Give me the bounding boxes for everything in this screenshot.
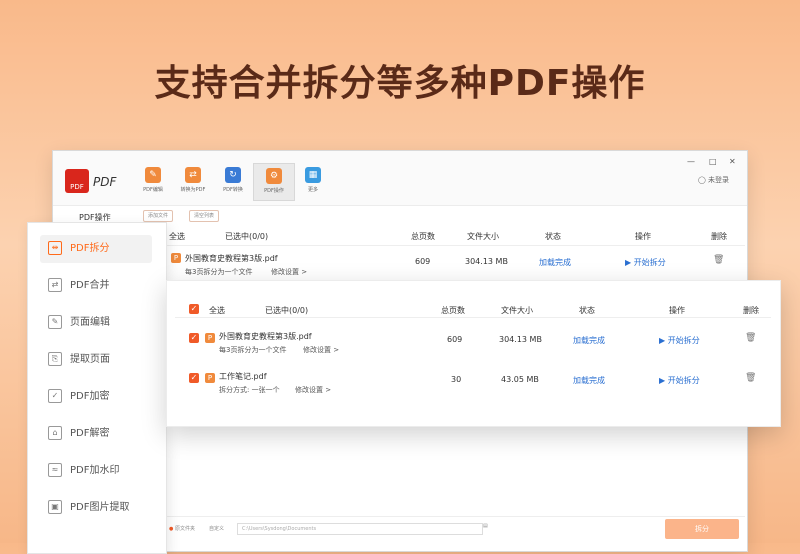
sidebar-item-pdf-split[interactable]: ⇹ PDF拆分 [40, 235, 152, 263]
shield-icon: ✓ [48, 389, 62, 403]
pdf-file-icon: P [171, 253, 181, 263]
sidebar-item-pdf-merge[interactable]: ⇄ PDF合并 [40, 272, 152, 300]
table-row: P 外国教育史教程第3版.pdf 每3页拆分为一个文件 修改设置 > 609 3… [165, 247, 745, 281]
user-login[interactable]: ◯ 未登录 [698, 175, 729, 185]
output-bar: ● 原文件夹 自定义 C:\Users\Sysdong\Documents ▤ … [165, 516, 745, 541]
maximize-icon[interactable]: □ [709, 157, 717, 166]
tool-pdf-edit[interactable]: ✎ PDF编辑 [133, 167, 173, 193]
pdf-file-icon: P [205, 333, 215, 343]
split-icon: ⇹ [48, 241, 62, 255]
sidebar: ⇹ PDF拆分 ⇄ PDF合并 ✎ 页面编辑 ⎘ 提取页面 ✓ PDF加密 ⌂ PDF解密 … [27, 222, 167, 554]
add-file-button[interactable]: 添加文件 [143, 210, 174, 222]
table-row: ✓ P 工作笔记.pdf 拆分方式: 一张一个 修改设置 > 30 43.05 … [189, 372, 757, 394]
app-logo-icon: PDF [65, 169, 89, 193]
select-all-checkbox[interactable]: ✓ [189, 304, 199, 314]
sidebar-item-page-edit[interactable]: ✎ 页面编辑 [40, 309, 152, 337]
trash-icon[interactable]: 🗑 [745, 373, 756, 383]
tool-convert-to-pdf[interactable]: ⇄ 转换为PDF [173, 167, 213, 193]
sidebar-item-pdf-decrypt[interactable]: ⌂ PDF解密 [40, 420, 152, 448]
minimize-icon[interactable]: — [687, 157, 695, 166]
more-icon: ▦ [305, 167, 321, 183]
pdf-edit-icon: ✎ [145, 167, 161, 183]
tool-pdf-operate[interactable]: ⚙ PDF操作 [253, 163, 295, 201]
row-checkbox[interactable]: ✓ [189, 373, 199, 383]
row-checkbox[interactable]: ✓ [189, 333, 199, 343]
merge-icon: ⇄ [48, 278, 62, 292]
card-table-header: ✓ 全选 已选中(0/0) 总页数 文件大小 状态 操作 删除 [175, 295, 771, 318]
extract-icon: ⎘ [48, 352, 62, 366]
tool-more[interactable]: ▦ 更多 [293, 167, 333, 193]
back-table-header: 全选 已选中(0/0) 总页数 文件大小 状态 操作 删除 [165, 225, 745, 246]
folder-icon[interactable]: ▤ [483, 523, 488, 529]
trash-icon[interactable]: 🗑 [745, 333, 756, 343]
tool-pdf-convert[interactable]: ↻ PDF转换 [213, 167, 253, 193]
split-button[interactable]: 拆分 [665, 519, 739, 539]
app-name: PDF [93, 175, 117, 189]
pdf-operate-icon: ⚙ [266, 168, 282, 184]
user-icon: ◯ [697, 176, 708, 184]
sidebar-item-pdf-encrypt[interactable]: ✓ PDF加密 [40, 383, 152, 411]
close-icon[interactable]: ✕ [729, 157, 736, 166]
sidebar-item-pdf-watermark[interactable]: ≈ PDF加水印 [40, 457, 152, 485]
toolbar: PDF PDF ✎ PDF编辑 ⇄ 转换为PDF ↻ PDF转换 ⚙ PDF操作… [53, 151, 747, 206]
unlock-icon: ⌂ [48, 426, 62, 440]
output-path-input[interactable]: C:\Users\Sysdong\Documents [237, 523, 483, 535]
clear-list-button[interactable]: 清空列表 [189, 210, 220, 222]
sidebar-item-pdf-image-extract[interactable]: ▣ PDF图片提取 [40, 494, 152, 522]
file-list-card: ✓ 全选 已选中(0/0) 总页数 文件大小 状态 操作 删除 ✓ P 外国教育… [166, 280, 781, 427]
source-folder-radio[interactable]: ● 原文件夹 [169, 525, 195, 532]
table-row: ✓ P 外国教育史教程第3版.pdf 每3页拆分为一个文件 修改设置 > 609… [189, 332, 757, 354]
page-edit-icon: ✎ [48, 315, 62, 329]
pdf-convert-icon: ↻ [225, 167, 241, 183]
image-icon: ▣ [48, 500, 62, 514]
trash-icon[interactable]: 🗑 [713, 255, 724, 265]
sidebar-item-extract-pages[interactable]: ⎘ 提取页面 [40, 346, 152, 374]
convert-to-pdf-icon: ⇄ [185, 167, 201, 183]
headline: 支持合并拆分等多种PDF操作 [154, 63, 646, 104]
pdf-file-icon: P [205, 373, 215, 383]
watermark-icon: ≈ [48, 463, 62, 477]
